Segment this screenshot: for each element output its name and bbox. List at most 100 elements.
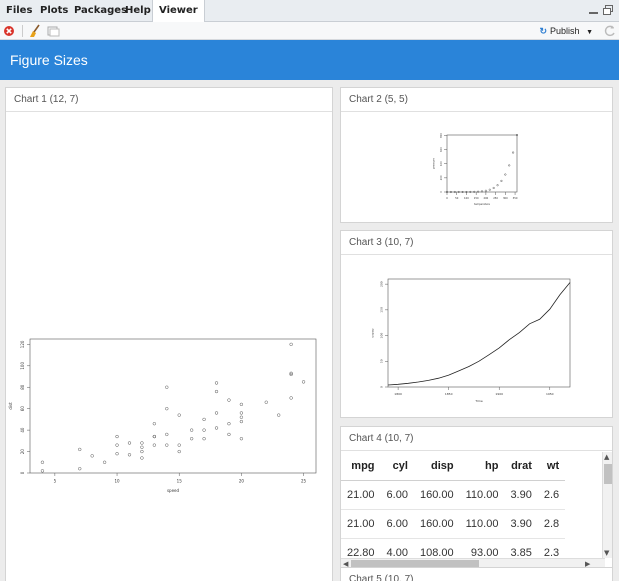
data-point (140, 449, 144, 454)
table-row: 22.80 4.00 108.00 93.00 3.85 2.3 (341, 538, 566, 558)
data-point (277, 413, 281, 417)
x-tick-label: 0 (446, 196, 448, 200)
x-tick-label: 150 (474, 196, 479, 200)
data-point (127, 441, 132, 445)
table-vertical-scrollbar[interactable]: ▲ ▼ (602, 452, 612, 558)
tab-files[interactable]: Files (0, 0, 38, 22)
chart-2-plot: 0 50 100 150 200 250 300 350 0 200 400 600 800 temper… (433, 133, 519, 206)
table-cell: 21.00 (341, 509, 381, 539)
data-point (177, 443, 181, 447)
x-axis-label: temperature (474, 202, 490, 206)
scroll-up-icon[interactable]: ▲ (604, 453, 609, 461)
data-point (152, 422, 156, 426)
minimize-icon[interactable] (588, 4, 600, 16)
y-tick-label: 400 (439, 161, 443, 166)
column-header[interactable]: cyl (380, 452, 414, 481)
data-point (214, 389, 219, 394)
y-axis-label: dist (8, 402, 13, 410)
dashboard-body: Chart 1 (12, 7) 5 10 15 20 25 0 20 40 60 80 100 120… (0, 80, 619, 581)
data-point (152, 434, 156, 439)
x-tick-label: 50 (455, 196, 459, 200)
table-cell: 160.00 (413, 509, 460, 539)
y-tick-label: 80 (20, 384, 25, 390)
x-axis-label: speed (167, 488, 180, 493)
column-header[interactable]: wt (537, 452, 566, 481)
data-point (508, 164, 511, 167)
x-tick-label: 25 (301, 478, 307, 483)
dashboard-title: Figure Sizes (10, 52, 88, 68)
data-point (127, 453, 132, 457)
data-point (289, 342, 293, 347)
column-header[interactable]: drat (504, 452, 538, 481)
y-tick-label: 60 (20, 406, 25, 412)
data-point (214, 426, 219, 430)
data-point (264, 400, 268, 404)
table-cell: 6.00 (380, 480, 414, 510)
column-header[interactable]: disp (413, 452, 460, 481)
tab-viewer[interactable]: Viewer (152, 0, 205, 23)
table-cell: 160.00 (413, 480, 460, 510)
table-cell: 110.00 (459, 480, 505, 510)
table-header-row: mpg cyl disp hp drat wt (341, 452, 566, 481)
vertical-scroll-thumb[interactable] (604, 464, 612, 484)
table-cell: 2.6 (537, 480, 566, 510)
data-point (239, 419, 244, 424)
table-cell: 22.80 (341, 538, 381, 558)
data-point (177, 449, 181, 454)
data-point (165, 407, 169, 411)
broom-icon[interactable] (28, 24, 42, 38)
open-in-new-window-icon[interactable] (46, 24, 60, 38)
y-tick-label: 150 (380, 307, 384, 313)
data-point (40, 460, 45, 464)
data-point (239, 437, 244, 441)
x-tick-label: 350 (513, 196, 518, 200)
x-tick-label: 20 (239, 478, 245, 483)
data-point (190, 437, 194, 441)
data-point (484, 189, 487, 192)
x-axis-label: Time (474, 399, 482, 403)
data-table: mpg cyl disp hp drat wt 21.00 6.00 160.00 110.00… (341, 452, 566, 558)
data-point (301, 380, 306, 384)
table-cell: 2.3 (537, 538, 566, 558)
x-tick-label: 200 (483, 196, 488, 200)
x-tick-label: 1950 (546, 392, 554, 396)
data-point (152, 443, 156, 447)
chart-1-plot: 5 10 15 20 25 0 20 40 60 80 100 120 speed dist (8, 338, 317, 493)
table-row: 21.00 6.00 160.00 110.00 3.90 2.8 (341, 509, 566, 539)
column-header[interactable]: hp (459, 452, 505, 481)
y-tick-label: 0 (380, 386, 384, 388)
plot-frame (387, 278, 571, 388)
y-axis-label: uspop (371, 328, 375, 337)
data-point (496, 184, 499, 187)
data-point (115, 443, 119, 447)
x-tick-label: 300 (503, 196, 508, 200)
data-point (227, 432, 231, 437)
x-tick-label: 100 (464, 196, 469, 200)
data-point (40, 469, 45, 473)
x-tick-label: 5 (54, 478, 57, 483)
y-tick-label: 200 (439, 175, 443, 180)
chart-5-title: Chart 5 (10, 7) (341, 568, 612, 581)
column-header[interactable]: mpg (341, 452, 381, 481)
stop-icon[interactable] (3, 24, 17, 38)
scroll-down-icon[interactable]: ▼ (604, 549, 609, 557)
data-point (500, 179, 503, 182)
data-point (239, 415, 244, 419)
chart-3-title: Chart 3 (10, 7) (341, 231, 612, 255)
maximize-icon[interactable] (602, 4, 614, 16)
data-point (480, 190, 484, 193)
publish-button[interactable]: ↻ Publish ▼ (539, 24, 593, 38)
y-tick-label: 50 (380, 359, 384, 363)
refresh-icon[interactable] (603, 24, 617, 38)
chevron-down-icon[interactable]: ▼ (586, 29, 593, 36)
y-tick-label: 200 (380, 281, 384, 287)
chart-1-title: Chart 1 (12, 7) (6, 88, 332, 112)
data-point (289, 396, 293, 400)
table-cell: 21.00 (341, 480, 381, 510)
table-cell: 3.90 (504, 480, 538, 510)
data-point (214, 381, 219, 385)
chart-5-card: Chart 5 (10, 7) (340, 567, 613, 581)
table-cell: 110.00 (459, 509, 505, 539)
y-tick-label: 100 (380, 333, 384, 339)
data-point (214, 411, 219, 415)
